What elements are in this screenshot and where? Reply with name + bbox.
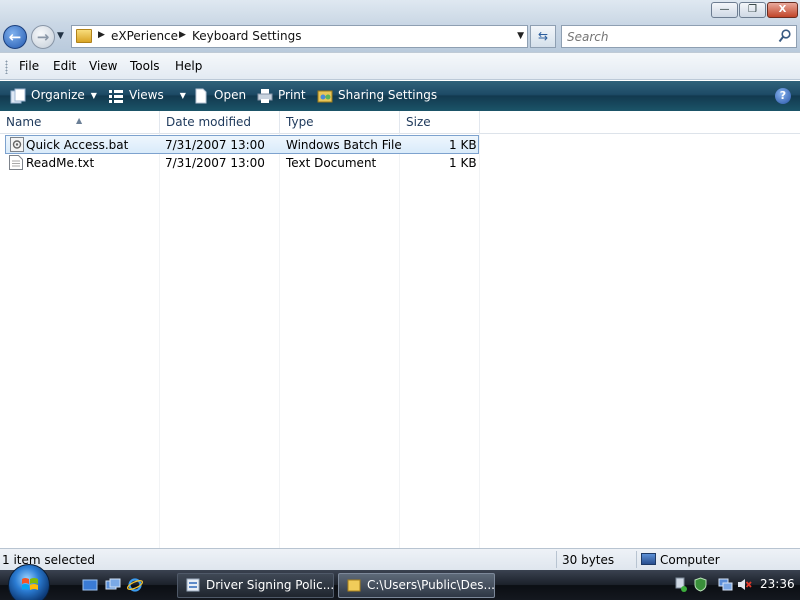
- organize-button[interactable]: Organize ▼: [10, 87, 97, 105]
- taskbar: Driver Signing Polic... C:\Users\Public\…: [0, 564, 800, 600]
- menu-view[interactable]: View: [89, 59, 117, 73]
- column-name[interactable]: Name ▲: [0, 111, 160, 134]
- file-size: 1 KB: [449, 138, 477, 152]
- sharing-settings-button[interactable]: Sharing Settings: [317, 87, 437, 105]
- breadcrumb-keyboard-settings[interactable]: Keyboard Settings: [192, 29, 301, 43]
- column-header-row: Name ▲ Date modified Type Size: [0, 111, 800, 134]
- menu-help[interactable]: Help: [175, 59, 202, 73]
- status-divider: [556, 551, 557, 568]
- back-arrow-icon: ←: [8, 28, 22, 46]
- folder-icon: [76, 29, 92, 43]
- status-size: 30 bytes: [562, 553, 615, 567]
- print-button[interactable]: Print: [257, 87, 306, 105]
- address-dropdown-icon[interactable]: ▼: [517, 31, 524, 41]
- print-label: Print: [278, 88, 306, 102]
- open-label: Open: [214, 88, 247, 102]
- taskbar-item-label: Driver Signing Polic...: [206, 578, 334, 592]
- column-divider: [479, 134, 480, 548]
- sort-ascending-icon: ▲: [76, 116, 83, 125]
- switch-windows-icon[interactable]: [105, 577, 121, 593]
- help-button[interactable]: ?: [775, 88, 791, 104]
- forward-arrow-icon: →: [36, 28, 50, 46]
- organize-label: Organize: [31, 88, 85, 102]
- status-bar: 1 item selected 30 bytes Computer: [0, 548, 800, 570]
- file-name: ReadMe.txt: [26, 156, 95, 170]
- column-type[interactable]: Type: [280, 111, 400, 134]
- security-shield-icon[interactable]: [693, 577, 708, 592]
- volume-muted-icon[interactable]: [737, 577, 752, 592]
- breadcrumb-separator-icon[interactable]: ▶: [98, 30, 105, 40]
- document-icon: [195, 88, 207, 103]
- safely-remove-hardware-icon[interactable]: [673, 577, 688, 592]
- search-input[interactable]: [562, 26, 762, 47]
- title-bar: — ❐ X: [0, 0, 800, 22]
- column-date-modified[interactable]: Date modified: [160, 111, 280, 134]
- refresh-button[interactable]: ⇆: [530, 25, 556, 48]
- minimize-button[interactable]: —: [711, 2, 738, 18]
- sharing-settings-label: Sharing Settings: [338, 88, 438, 102]
- file-size: 1 KB: [449, 156, 477, 170]
- column-divider: [399, 134, 400, 548]
- address-row: ← → ▼ ▶ eXPerience ▶ Keyboard Settings ▼…: [0, 22, 800, 52]
- sharing-icon: [317, 90, 333, 102]
- file-list: Name ▲ Date modified Type Size Quick Acc…: [0, 111, 800, 548]
- policy-window-icon: [186, 578, 200, 592]
- windows-logo-icon: [22, 578, 38, 590]
- address-bar[interactable]: ▶ eXPerience ▶ Keyboard Settings ▼: [71, 25, 528, 48]
- table-row[interactable]: Quick Access.bat 7/31/2007 13:00 Windows…: [5, 135, 479, 154]
- text-file-icon: [9, 155, 23, 170]
- close-button[interactable]: X: [767, 2, 798, 18]
- organize-icon: [10, 88, 26, 103]
- status-divider: [636, 551, 637, 568]
- system-clock[interactable]: 23:36: [760, 577, 795, 591]
- table-row[interactable]: ReadMe.txt 7/31/2007 13:00 Text Document…: [5, 154, 479, 173]
- internet-explorer-icon[interactable]: [127, 577, 143, 593]
- back-button[interactable]: ←: [3, 25, 27, 49]
- forward-button[interactable]: →: [31, 25, 55, 49]
- network-icon[interactable]: [718, 577, 733, 592]
- file-date: 7/31/2007 13:00: [165, 138, 265, 152]
- status-location: Computer: [660, 553, 720, 567]
- breadcrumb-separator-icon[interactable]: ▶: [179, 30, 186, 40]
- file-name: Quick Access.bat: [26, 138, 129, 152]
- search-icon[interactable]: [778, 29, 791, 43]
- recent-pages-dropdown[interactable]: ▼: [57, 31, 64, 41]
- chevron-down-icon: ▼: [179, 91, 186, 100]
- taskbar-item-label: C:\Users\Public\Des...: [367, 578, 495, 592]
- file-date: 7/31/2007 13:00: [165, 156, 265, 170]
- column-name-label: Name: [6, 115, 42, 129]
- menu-edit[interactable]: Edit: [53, 59, 76, 73]
- views-button[interactable]: Views ▼: [108, 87, 186, 105]
- maximize-button[interactable]: ❐: [739, 2, 766, 18]
- menu-bar: File Edit View Tools Help: [0, 52, 800, 80]
- refresh-icon: ⇆: [537, 29, 549, 43]
- file-type: Text Document: [286, 156, 377, 170]
- breadcrumb-experience[interactable]: eXPerience: [111, 29, 178, 43]
- column-divider: [159, 134, 160, 548]
- views-icon: [109, 89, 123, 103]
- menu-file[interactable]: File: [19, 59, 39, 73]
- file-type: Windows Batch File: [286, 138, 402, 152]
- printer-icon: [257, 88, 273, 103]
- start-button[interactable]: [8, 564, 50, 600]
- chevron-down-icon: ▼: [90, 91, 97, 100]
- column-size[interactable]: Size: [400, 111, 480, 134]
- open-button[interactable]: Open: [193, 87, 246, 105]
- folder-icon: [347, 579, 361, 592]
- command-bar: Organize ▼ Views ▼ Open Print Sharing Sett…: [0, 81, 800, 111]
- search-box[interactable]: [561, 25, 797, 48]
- grip-icon: [5, 60, 8, 74]
- status-selection: 1 item selected: [2, 553, 96, 567]
- column-divider: [279, 134, 280, 548]
- taskbar-item-explorer[interactable]: C:\Users\Public\Des...: [338, 573, 495, 598]
- taskbar-item-driver-signing[interactable]: Driver Signing Polic...: [177, 573, 334, 598]
- views-label: Views: [129, 88, 164, 102]
- computer-icon: [641, 553, 656, 565]
- show-desktop-icon[interactable]: [82, 577, 98, 593]
- batch-file-icon: [10, 137, 24, 152]
- menu-tools[interactable]: Tools: [130, 59, 160, 73]
